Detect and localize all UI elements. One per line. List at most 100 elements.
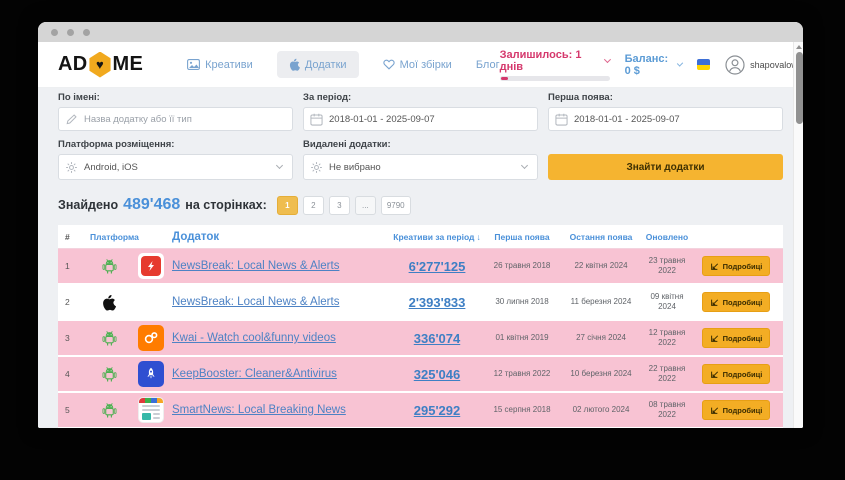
page-button-2[interactable]: 2: [303, 196, 324, 215]
chevron-down-icon: [676, 60, 682, 66]
col-last-seen[interactable]: Остання поява: [557, 232, 645, 242]
app-name-field: [58, 107, 293, 131]
app-name-link[interactable]: Kwai - Watch cool&funny videos: [172, 332, 336, 344]
apple-icon: [289, 58, 300, 71]
nav-item-blog[interactable]: Блог: [476, 59, 500, 71]
col-updated[interactable]: Оновлено: [645, 232, 689, 242]
deleted-apps-value: Не вибрано: [329, 162, 517, 173]
logo-text-left: AD: [58, 53, 88, 76]
scroll-up-icon[interactable]: [796, 45, 802, 49]
pagination: 1 2 3 ... 9790: [277, 196, 411, 215]
subscription-remaining[interactable]: Залишилось: 1 днів: [500, 49, 610, 81]
main-nav: Креативи Додатки Мої збірки Блог: [187, 51, 500, 78]
app-icon-smartnews: [138, 397, 164, 423]
details-button[interactable]: Подробиці: [702, 364, 771, 384]
app-icon-keepbooster: [138, 361, 164, 387]
creatives-count-link[interactable]: 336'074: [414, 331, 460, 346]
adme-logo[interactable]: AD ♥ ME: [58, 52, 143, 78]
scrollbar-thumb[interactable]: [796, 52, 803, 124]
row-number: 5: [58, 405, 88, 415]
updated-date: 09 квітня 2024: [645, 292, 689, 312]
nav-label: Додатки: [305, 59, 347, 71]
table-header: # Платформа Додаток Креативи за період ↓…: [58, 225, 783, 249]
details-button[interactable]: Подробиці: [702, 256, 771, 276]
creatives-count-link[interactable]: 2'393'833: [409, 295, 466, 310]
platform-label: Платформа розміщення:: [58, 139, 293, 151]
window-zoom-button[interactable]: [83, 29, 90, 36]
nav-label: Креативи: [205, 59, 253, 71]
deleted-apps-label: Видалені додатки:: [303, 139, 538, 151]
creatives-count-link[interactable]: 6'277'125: [409, 259, 466, 274]
table-row[interactable]: 2 NewsBreak: Local News & Alerts 2'393'8…: [58, 285, 783, 321]
updated-date: 12 травня 2022: [645, 328, 689, 348]
screen-background: AD ♥ ME Креативи Додатки Мої збірки: [0, 0, 845, 480]
chevron-down-icon: [276, 162, 283, 169]
chevron-down-icon: [521, 162, 528, 169]
window-titlebar: [38, 22, 803, 42]
table-row[interactable]: 4 KeepBooster: Cleaner&Antivirus 325'046…: [58, 357, 783, 393]
deleted-apps-select[interactable]: Не вибрано: [303, 154, 538, 180]
nav-item-apps[interactable]: Додатки: [277, 51, 359, 78]
last-seen-date: 11 березня 2024: [557, 297, 645, 307]
first-seen-date-range-input[interactable]: 2018-01-01 - 2025-09-07: [548, 107, 783, 131]
platform-value: Android, iOS: [84, 162, 272, 173]
details-button[interactable]: Подробиці: [702, 400, 771, 420]
updated-date: 23 травня 2022: [645, 256, 689, 276]
app-name-input[interactable]: [84, 114, 292, 125]
app-name-link[interactable]: NewsBreak: Local News & Alerts: [172, 296, 339, 308]
first-seen-value: 2018-01-01 - 2025-09-07: [574, 114, 782, 125]
window-scrollbar[interactable]: [793, 42, 803, 428]
last-seen-date: 10 березня 2024: [557, 369, 645, 379]
first-seen-date: 15 серпня 2018: [487, 405, 557, 415]
user-menu[interactable]: shapovalowa_ad: [725, 55, 803, 75]
updated-date: 08 травня 2022: [645, 400, 689, 420]
remaining-label: Залишилось: 1 днів: [500, 49, 600, 73]
find-apps-button[interactable]: Знайти додатки: [548, 154, 783, 180]
chart-arrow-icon: [710, 262, 719, 271]
first-seen-date: 30 липня 2018: [487, 297, 557, 307]
first-seen-date: 01 квітня 2019: [487, 333, 557, 343]
last-seen-date: 27 січня 2024: [557, 333, 645, 343]
apple-icon: [102, 294, 116, 311]
creatives-count-link[interactable]: 325'046: [414, 367, 460, 382]
details-button[interactable]: Подробиці: [702, 292, 771, 312]
table-row[interactable]: 1 NewsBreak: Local News & Alerts 6'277'1…: [58, 249, 783, 285]
row-number: 2: [58, 297, 88, 307]
android-icon: [102, 258, 117, 275]
page-button-1[interactable]: 1: [277, 196, 298, 215]
nav-label: Мої збірки: [400, 59, 452, 71]
nav-item-collections[interactable]: Мої збірки: [383, 59, 452, 71]
creatives-count-link[interactable]: 295'292: [414, 403, 460, 418]
period-value: 2018-01-01 - 2025-09-07: [329, 114, 537, 125]
by-name-label: По імені:: [58, 92, 293, 104]
window-close-button[interactable]: [51, 29, 58, 36]
window-minimize-button[interactable]: [67, 29, 74, 36]
table-row[interactable]: 5 SmartNews: Local Breaking News 295'292: [58, 393, 783, 428]
balance-menu[interactable]: Баланс: 0 $: [625, 53, 682, 77]
page-button-last[interactable]: 9790: [381, 196, 411, 215]
nav-item-creatives[interactable]: Креативи: [187, 59, 253, 71]
period-date-range-input[interactable]: 2018-01-01 - 2025-09-07: [303, 107, 538, 131]
heart-outline-icon: [383, 59, 395, 70]
table-row[interactable]: 3 Kwai - Watch cool&funny videos 336'074…: [58, 321, 783, 357]
platform-select[interactable]: Android, iOS: [58, 154, 293, 180]
calendar-icon: [549, 113, 574, 126]
image-icon: [187, 59, 200, 70]
details-button[interactable]: Подробиці: [702, 328, 771, 348]
app-name-link[interactable]: NewsBreak: Local News & Alerts: [172, 260, 339, 272]
col-first-seen[interactable]: Перша поява: [487, 232, 557, 242]
last-seen-date: 22 квітня 2024: [557, 261, 645, 271]
pages-label: на сторінках:: [185, 198, 267, 212]
page-content: По імені: За період: 2018-01-01 - 2025-0…: [38, 88, 803, 428]
chart-arrow-icon: [710, 370, 719, 379]
remaining-progress-bar: [500, 76, 610, 81]
col-creatives-sortable[interactable]: Креативи за період ↓: [387, 232, 487, 242]
logo-hexagon: ♥: [89, 52, 112, 78]
nav-label: Блог: [476, 59, 500, 71]
page-button-3[interactable]: 3: [329, 196, 350, 215]
ukraine-flag-icon[interactable]: [697, 59, 711, 70]
app-name-link[interactable]: SmartNews: Local Breaking News: [172, 404, 346, 416]
page-ellipsis: ...: [355, 196, 376, 215]
app-name-link[interactable]: KeepBooster: Cleaner&Antivirus: [172, 368, 337, 380]
row-number: 4: [58, 369, 88, 379]
